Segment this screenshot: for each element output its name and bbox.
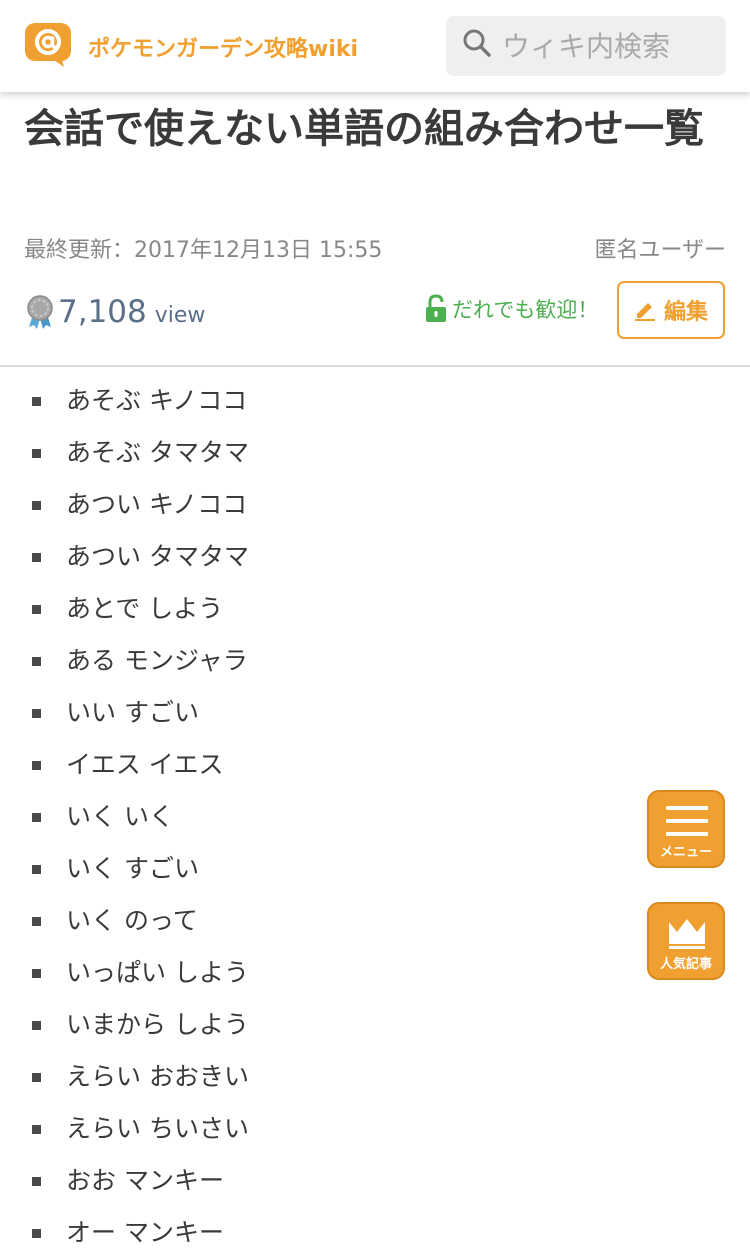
word-pair: ある モンジャラ: [66, 646, 248, 675]
list-item: おお マンキー: [0, 1155, 249, 1207]
edit-button[interactable]: 編集: [617, 281, 725, 339]
medal-icon: [27, 295, 53, 329]
site-title[interactable]: ポケモンガーデン攻略wiki: [88, 31, 358, 63]
bullet: [32, 1229, 41, 1238]
list-item: いっぱい しよう: [0, 947, 249, 999]
search-input[interactable]: [502, 26, 712, 66]
edit-label: 編集: [663, 300, 708, 325]
word-pair: いっぱい しよう: [66, 958, 249, 987]
page-title: 会話で使えない単語の組み合わせ一覧: [24, 106, 704, 152]
word-list: あそぶ キノココ あそぶ タマタマ あつい キノココ あつい タマタマ あとで …: [0, 375, 249, 1259]
word-pair: あつい キノココ: [66, 490, 248, 519]
word-pair: えらい おおきい: [66, 1062, 249, 1091]
list-item: いく すごい: [0, 843, 249, 895]
list-item: いい すごい: [0, 687, 249, 739]
bullet: [32, 917, 41, 926]
view-counter: 7,108 view: [24, 290, 205, 334]
bullet: [32, 657, 41, 666]
bullet: [32, 813, 41, 822]
hamburger-icon: [666, 806, 708, 836]
popular-articles-button[interactable]: 人気記事: [647, 902, 725, 980]
word-pair: あとで しよう: [66, 594, 224, 623]
bullet: [32, 865, 41, 874]
bullet: [32, 1073, 41, 1082]
bullet: [32, 1125, 41, 1134]
word-pair: あつい タマタマ: [66, 542, 249, 571]
pencil-icon: [634, 303, 655, 321]
search-box[interactable]: [446, 16, 726, 76]
welcome-text: だれでも歓迎！: [452, 298, 599, 322]
popular-label: 人気記事: [659, 957, 712, 972]
view-count: 7,108: [58, 294, 147, 330]
word-pair: いく のって: [66, 906, 198, 935]
list-item: ある モンジャラ: [0, 635, 249, 687]
word-pair: あそぶ タマタマ: [66, 438, 249, 467]
word-pair: おお マンキー: [66, 1166, 224, 1195]
word-pair: いい すごい: [66, 698, 199, 727]
bullet: [32, 449, 41, 458]
bullet: [32, 1021, 41, 1030]
bullet: [32, 397, 41, 406]
edit-permission: だれでも歓迎！: [424, 294, 598, 324]
word-pair: えらい ちいさい: [66, 1114, 249, 1143]
bullet: [32, 709, 41, 718]
at-sign-bubble-icon[interactable]: [24, 22, 72, 68]
word-pair: いく すごい: [66, 854, 199, 883]
list-item: いく のって: [0, 895, 249, 947]
bullet: [32, 553, 41, 562]
word-pair: イエス イエス: [66, 750, 224, 779]
site-header: ポケモンガーデン攻略wiki: [0, 0, 750, 92]
bullet: [32, 501, 41, 510]
author-name: 匿名ユーザー: [594, 238, 726, 263]
list-item: オー マンキー: [0, 1207, 249, 1259]
list-item: あとで しよう: [0, 583, 249, 635]
divider: [0, 365, 750, 367]
list-item: いく いく: [0, 791, 249, 843]
menu-label: メニュー: [659, 845, 712, 860]
menu-button[interactable]: メニュー: [647, 790, 725, 868]
crown-icon: [669, 919, 705, 949]
search-icon[interactable]: [462, 28, 492, 58]
bullet: [32, 969, 41, 978]
list-item: イエス イエス: [0, 739, 249, 791]
last-updated: 最終更新：2017年12月13日 15:55: [24, 238, 383, 263]
bullet: [32, 761, 41, 770]
word-pair: いく いく: [66, 802, 174, 831]
word-pair: いまから しよう: [66, 1010, 249, 1039]
list-item: あつい キノココ: [0, 479, 249, 531]
bullet: [32, 605, 41, 614]
view-unit: view: [154, 302, 206, 328]
list-item: あそぶ キノココ: [0, 375, 249, 427]
bullet: [32, 1177, 41, 1186]
list-item: あそぶ タマタマ: [0, 427, 249, 479]
list-item: あつい タマタマ: [0, 531, 249, 583]
unlock-icon: [426, 294, 446, 322]
list-item: いまから しよう: [0, 999, 249, 1051]
list-item: えらい ちいさい: [0, 1103, 249, 1155]
word-pair: あそぶ キノココ: [66, 386, 248, 415]
list-item: えらい おおきい: [0, 1051, 249, 1103]
